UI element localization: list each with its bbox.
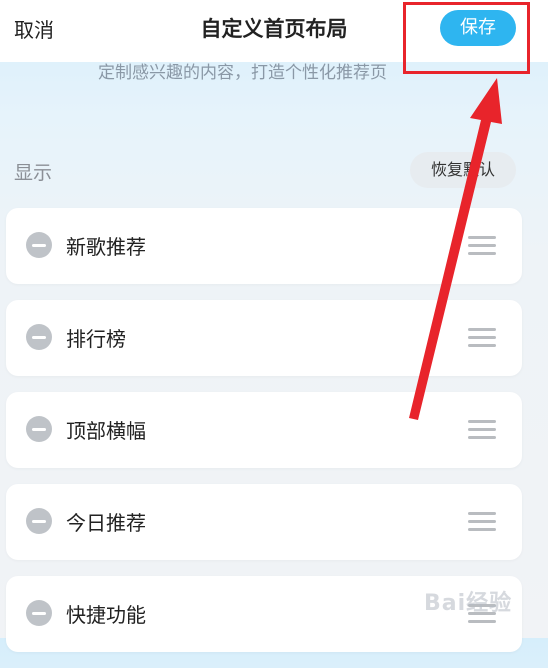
list-item-label: 顶部横幅: [66, 419, 146, 443]
list-item: 今日推荐: [6, 484, 522, 560]
list-item: 排行榜: [6, 300, 522, 376]
minus-circle-icon[interactable]: [26, 324, 52, 350]
minus-circle-icon[interactable]: [26, 232, 52, 258]
drag-handle-icon[interactable]: [468, 328, 496, 348]
list-item: 顶部横幅: [6, 392, 522, 468]
restore-default-button[interactable]: 恢复默认: [410, 152, 516, 188]
page-subtitle: 定制感兴趣的内容，打造个性化推荐页: [98, 63, 387, 83]
list-item-label: 今日推荐: [66, 511, 146, 535]
list-item-label: 新歌推荐: [66, 235, 146, 259]
drag-handle-icon[interactable]: [468, 420, 496, 440]
watermark: Bai经验: [424, 591, 513, 616]
save-button[interactable]: 保存: [440, 10, 516, 46]
section-label-display: 显示: [14, 162, 53, 184]
minus-circle-icon[interactable]: [26, 416, 52, 442]
drag-handle-icon[interactable]: [468, 512, 496, 532]
list-item-label: 快捷功能: [66, 603, 146, 627]
list-item-label: 排行榜: [66, 327, 126, 351]
drag-handle-icon[interactable]: [468, 236, 496, 256]
minus-circle-icon[interactable]: [26, 600, 52, 626]
minus-circle-icon[interactable]: [26, 508, 52, 534]
header-bar: 取消 自定义首页布局 保存: [0, 0, 548, 62]
list-item: 新歌推荐: [6, 208, 522, 284]
